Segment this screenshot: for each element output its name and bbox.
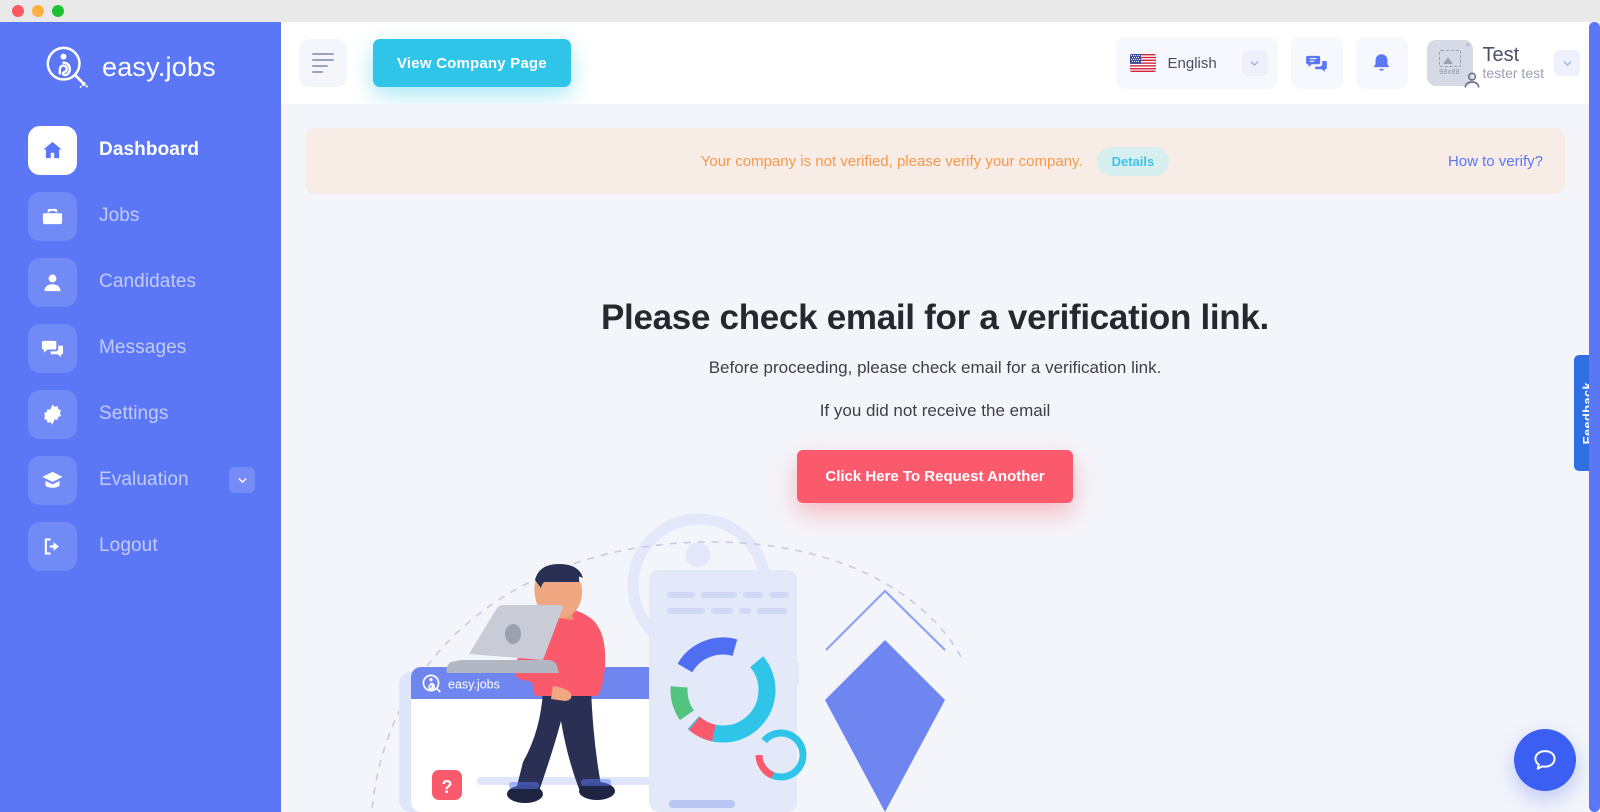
broken-image-placeholder-icon: + 98x98 — [1426, 40, 1480, 88]
window-titlebar — [0, 0, 1600, 22]
user-names: Test tester test — [1483, 44, 1544, 82]
flag-us-icon — [1129, 54, 1156, 72]
svg-text:?: ? — [442, 777, 453, 797]
banner-message: Your company is not verified, please ver… — [700, 152, 1083, 170]
briefcase-icon — [28, 191, 77, 241]
sidebar-item-evaluation[interactable]: Evaluation — [0, 455, 281, 505]
sidebar-nav: Dashboard Jobs Candidates Messages Setti… — [0, 125, 281, 626]
banner-center-group: Your company is not verified, please ver… — [305, 146, 1565, 176]
top-header: View Company Page English + 98x98 Test t… — [281, 22, 1600, 104]
chevron-down-icon[interactable] — [1554, 50, 1580, 76]
scrollbar-thumb[interactable] — [1589, 22, 1600, 812]
verification-hero: Please check email for a verification li… — [281, 298, 1589, 504]
window-maximize-button[interactable] — [52, 5, 64, 17]
verification-banner: Your company is not verified, please ver… — [305, 128, 1565, 194]
chat-icon — [28, 323, 77, 373]
sidebar-item-candidates[interactable]: Candidates — [0, 257, 281, 307]
sidebar-item-logout[interactable]: Logout — [0, 521, 281, 571]
svg-text:easy.jobs: easy.jobs — [448, 678, 500, 692]
window-minimize-button[interactable] — [32, 5, 44, 17]
brand[interactable]: easy.jobs — [0, 22, 281, 100]
graduation-icon — [28, 455, 77, 505]
language-selector[interactable]: English — [1115, 37, 1278, 89]
chevron-down-icon[interactable] — [229, 467, 255, 493]
language-value: English — [1167, 54, 1217, 72]
hamburger-icon[interactable] — [299, 39, 347, 87]
sidebar-item-jobs[interactable]: Jobs — [0, 191, 281, 241]
sidebar: easy.jobs Dashboard Jobs Candidates Mess… — [0, 22, 281, 812]
sidebar-item-label: Candidates — [99, 271, 197, 292]
gear-icon — [28, 389, 77, 439]
user-subtitle: tester test — [1482, 65, 1544, 82]
logout-icon — [28, 521, 77, 571]
banner-details-button[interactable]: Details — [1096, 146, 1170, 176]
window-close-button[interactable] — [12, 5, 24, 17]
sidebar-item-dashboard[interactable]: Dashboard — [0, 125, 281, 175]
sidebar-item-label: Settings — [99, 403, 169, 424]
sidebar-item-label: Logout — [99, 535, 158, 556]
brand-text: easy.jobs — [102, 51, 216, 82]
hero-subtext-line1: Before proceeding, please check email fo… — [708, 358, 1162, 377]
user-name: Test — [1482, 43, 1520, 66]
avatar-user-glyph — [1464, 72, 1480, 88]
easyjobs-magnifier-logo-icon — [44, 44, 90, 90]
how-to-verify-link[interactable]: How to verify? — [1448, 153, 1543, 170]
sidebar-item-settings[interactable]: Settings — [0, 389, 281, 439]
request-another-button[interactable]: Click Here To Request Another — [797, 450, 1073, 504]
person-with-laptop-icon: easy.jobs ? — [281, 482, 1589, 812]
hero-subtext-line2: If you did not receive the email — [819, 400, 1051, 420]
sidebar-item-messages[interactable]: Messages — [0, 323, 281, 373]
user-icon — [28, 257, 77, 307]
page-title: Please check email for a verification li… — [601, 298, 1269, 337]
view-company-page-button[interactable]: View Company Page — [373, 39, 571, 87]
page-scrollbar[interactable] — [1589, 22, 1600, 812]
home-icon — [28, 125, 77, 175]
sidebar-item-label: Messages — [99, 337, 187, 358]
avatar-placeholder-size: 98x98 — [1439, 69, 1460, 76]
bell-icon[interactable] — [1355, 37, 1408, 89]
main-content: Your company is not verified, please ver… — [281, 104, 1589, 812]
app-window: easy.jobs Dashboard Jobs Candidates Mess… — [0, 0, 1600, 812]
header-right-group: English + 98x98 Test tester test — [1115, 37, 1580, 89]
chevron-down-icon[interactable] — [1241, 50, 1268, 76]
hamburger-lines — [312, 53, 334, 73]
sidebar-item-label: Evaluation — [99, 469, 189, 490]
sidebar-item-label: Jobs — [99, 205, 140, 226]
chat-bubble-icon[interactable] — [1514, 729, 1576, 791]
messages-icon[interactable] — [1290, 37, 1343, 89]
user-menu[interactable]: + 98x98 Test tester test — [1421, 40, 1580, 88]
sidebar-item-label: Dashboard — [99, 139, 200, 160]
